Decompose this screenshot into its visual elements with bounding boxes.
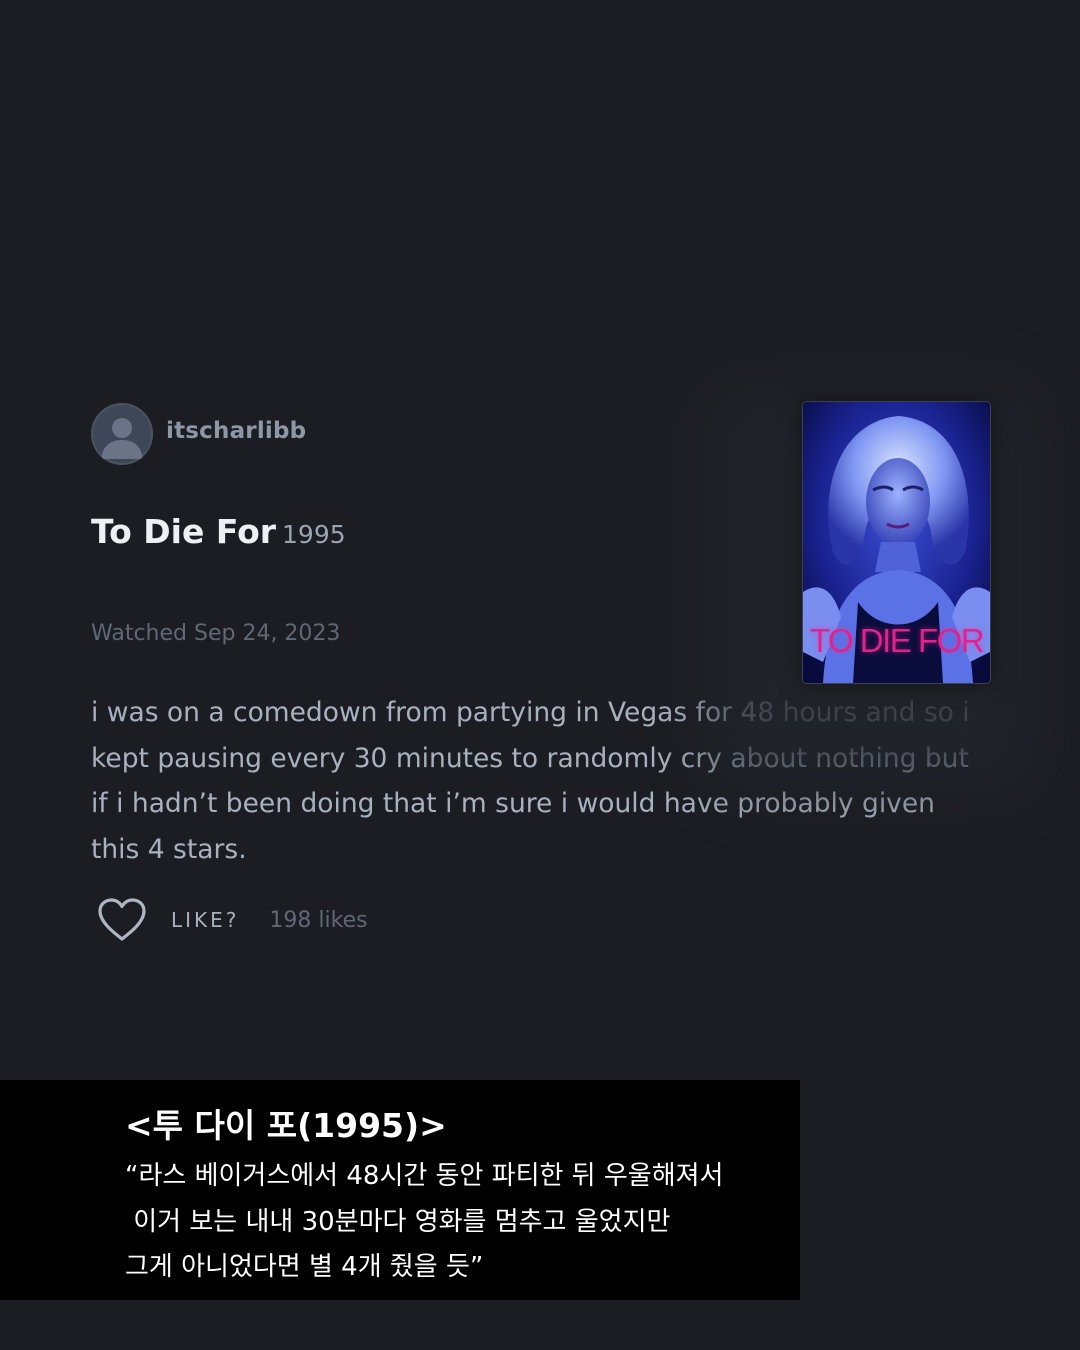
caption-line: 이거 보는 내내 30분마다 영화를 멈추고 울었지만 [125,1207,671,1237]
movie-poster[interactable]: TO DIE FOR [803,402,990,683]
like-row: LIKE? 198 likes [96,895,368,945]
caption-line: “라스 베이거스에서 48시간 동안 파티한 뒤 우울해져서 [125,1161,724,1191]
watched-date: Watched Sep 24, 2023 [91,621,341,646]
likes-count[interactable]: 198 likes [269,908,367,933]
caption-line: 그게 아니었다면 별 4개 줬을 듯” [125,1252,484,1282]
film-name[interactable]: To Die For [91,512,276,551]
heart-icon[interactable] [96,897,148,943]
film-year[interactable]: 1995 [282,520,346,549]
avatar[interactable] [91,403,153,465]
film-title[interactable]: To Die For 1995 [91,512,346,551]
user-silhouette-icon [101,418,143,459]
caption-title: <투 다이 포(1995)> [125,1106,447,1145]
poster-title: TO DIE FOR [809,622,985,659]
username[interactable]: itscharlibb [166,418,306,444]
like-button[interactable]: LIKE? [171,908,239,932]
